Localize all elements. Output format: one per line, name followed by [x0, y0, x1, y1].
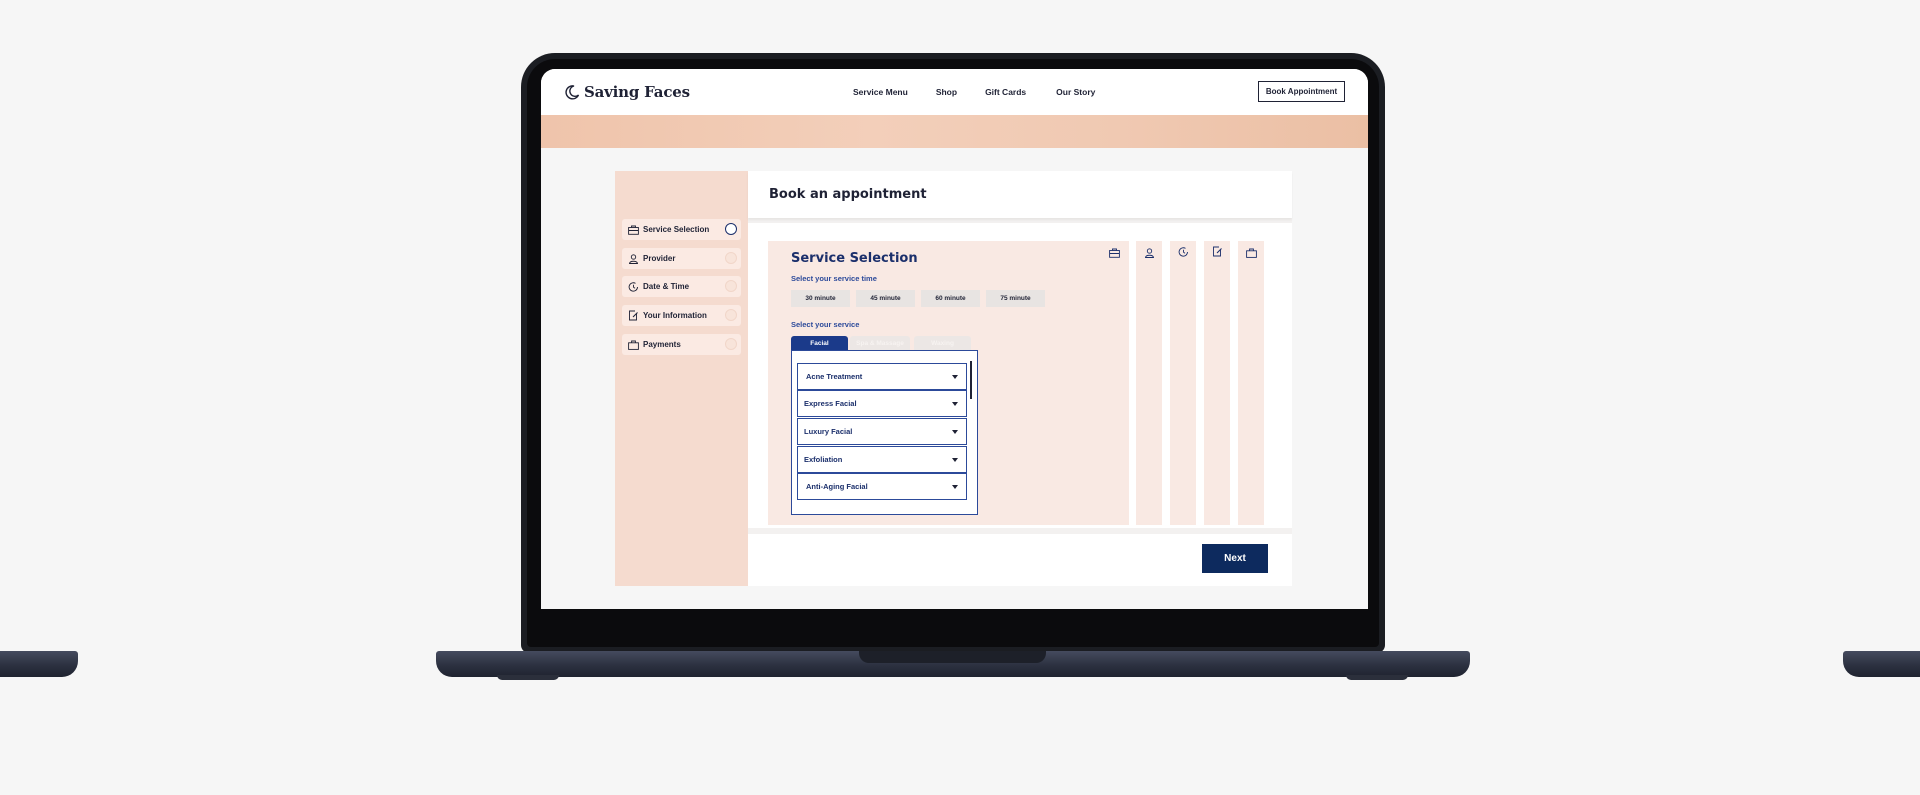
- service-item-express-facial[interactable]: Express Facial: [797, 390, 967, 417]
- laptop-screen: Saving Faces Service Menu Shop Gift Card…: [541, 69, 1368, 609]
- service-item-exfoliation[interactable]: Exfoliation: [797, 446, 967, 473]
- step-label: Your Information: [643, 311, 707, 320]
- nav-service-menu[interactable]: Service Menu: [853, 87, 908, 97]
- suitcase-icon: [1109, 248, 1120, 258]
- clock-icon: [1178, 247, 1188, 257]
- booking-title-bar: Book an appointment: [748, 171, 1292, 218]
- step-label: Service Selection: [643, 225, 710, 234]
- step-provider[interactable]: Provider: [622, 248, 741, 269]
- service-prompt: Select your service: [791, 320, 860, 329]
- nav-gift-cards[interactable]: Gift Cards: [985, 87, 1026, 97]
- step-label: Date & Time: [643, 282, 690, 291]
- service-item-label: Exfoliation: [804, 455, 843, 464]
- brand-logo[interactable]: Saving Faces: [564, 83, 690, 101]
- step-service-selection[interactable]: Service Selection: [622, 219, 741, 240]
- booking-footer: Next: [748, 534, 1292, 586]
- bag-icon: [628, 340, 639, 350]
- laptop-foot-right: [1346, 675, 1408, 680]
- step-date-time[interactable]: Date & Time: [622, 276, 741, 297]
- time-option-60[interactable]: 60 minute: [921, 290, 980, 307]
- clock-icon: [628, 281, 638, 292]
- chevron-down-icon: [952, 485, 958, 489]
- chevron-down-icon: [952, 458, 958, 462]
- service-item-label: Express Facial: [804, 399, 857, 408]
- adjacent-laptop-right: [1843, 651, 1920, 677]
- booking-steps-sidebar: Service Selection Provider Date & Time Y…: [615, 171, 748, 586]
- service-item-anti-aging-facial[interactable]: Anti-Aging Facial: [797, 473, 967, 500]
- collapsed-step-date-time[interactable]: [1170, 241, 1196, 525]
- service-selection-card: Service Selection Select your service ti…: [768, 241, 1129, 525]
- book-appointment-button[interactable]: Book Appointment: [1258, 81, 1345, 102]
- nav-shop[interactable]: Shop: [936, 87, 957, 97]
- document-edit-icon: [1213, 246, 1222, 257]
- time-option-75[interactable]: 75 minute: [986, 290, 1045, 307]
- next-button[interactable]: Next: [1202, 544, 1268, 573]
- service-selection-heading: Service Selection: [791, 251, 918, 266]
- tab-spa-massage[interactable]: Spa & Massage: [850, 336, 910, 350]
- step-status-indicator: [725, 252, 737, 264]
- chevron-down-icon: [952, 375, 958, 379]
- brand-name: Saving Faces: [584, 83, 690, 101]
- tab-facial[interactable]: Facial: [791, 336, 848, 350]
- moon-icon: [565, 85, 580, 100]
- time-option-45[interactable]: 45 minute: [856, 290, 915, 307]
- chevron-down-icon: [952, 430, 958, 434]
- suitcase-icon: [628, 225, 639, 235]
- step-status-indicator: [725, 338, 737, 350]
- step-payments[interactable]: Payments: [622, 334, 741, 355]
- step-label: Payments: [643, 340, 681, 349]
- time-option-30[interactable]: 30 minute: [791, 290, 850, 307]
- service-item-label: Luxury Facial: [804, 427, 853, 436]
- collapsed-step-your-information[interactable]: [1204, 241, 1230, 525]
- page-title: Book an appointment: [769, 187, 927, 202]
- step-status-indicator: [725, 309, 737, 321]
- service-item-luxury-facial[interactable]: Luxury Facial: [797, 418, 967, 445]
- tab-waxing[interactable]: Waxing: [914, 336, 971, 350]
- step-label: Provider: [643, 254, 676, 263]
- bag-icon: [1246, 248, 1257, 258]
- collapsed-step-payments[interactable]: [1238, 241, 1264, 525]
- document-edit-icon: [629, 310, 638, 321]
- chevron-down-icon: [952, 402, 958, 406]
- booking-main-panel: Book an appointment Service Selection Se…: [748, 171, 1292, 586]
- service-list-scrollbar[interactable]: [970, 361, 972, 399]
- service-item-acne-treatment[interactable]: Acne Treatment: [797, 363, 967, 390]
- nav-our-story[interactable]: Our Story: [1056, 87, 1095, 97]
- main-nav: Service Menu Shop Gift Cards Our Story: [853, 87, 1095, 97]
- laptop-notch: [859, 651, 1046, 663]
- laptop-foot-left: [497, 675, 559, 680]
- service-list: Acne Treatment Express Facial Luxury Fac…: [791, 350, 978, 515]
- collapsed-step-provider[interactable]: [1136, 241, 1162, 525]
- person-icon: [628, 253, 639, 264]
- step-your-information[interactable]: Your Information: [622, 305, 741, 326]
- adjacent-laptop-left: [0, 651, 78, 677]
- service-item-label: Anti-Aging Facial: [806, 482, 868, 491]
- step-status-indicator: [725, 280, 737, 292]
- person-icon: [1144, 248, 1155, 258]
- hero-image-strip: [541, 115, 1368, 148]
- site-header: Saving Faces Service Menu Shop Gift Card…: [541, 69, 1368, 115]
- service-time-prompt: Select your service time: [791, 274, 877, 283]
- step-status-indicator: [725, 223, 737, 235]
- service-item-label: Acne Treatment: [806, 372, 863, 381]
- booking-content: Service Selection Select your service ti…: [748, 223, 1292, 528]
